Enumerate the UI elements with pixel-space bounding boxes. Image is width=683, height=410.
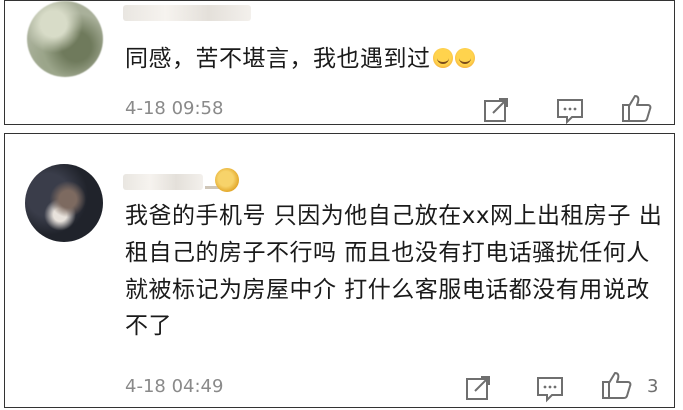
crying-face-emoji [432,48,453,68]
username-blurred[interactable] [123,5,251,21]
username-blurred[interactable] [123,174,203,190]
like-icon[interactable] [621,93,653,123]
crying-face-emoji [454,48,475,68]
timestamp: 4-18 04:49 [125,376,224,397]
comment-card: 我爸的手机号 只因为他自己放在xx网上出租房子 出租自己的房子不行吗 而且也没有… [4,133,675,408]
user-badge-icon [215,168,239,192]
comment-text: 同感，苦不堪言，我也遇到过 [125,41,475,78]
like-count: 3 [647,376,659,397]
comment-card: 同感，苦不堪言，我也遇到过 4-18 09:58 [4,0,675,125]
avatar[interactable] [27,1,103,77]
like-icon[interactable] [601,370,633,400]
avatar[interactable] [25,164,103,242]
timestamp: 4-18 09:58 [125,98,224,119]
comment-icon[interactable] [535,375,565,403]
share-icon[interactable] [465,375,493,401]
share-icon[interactable] [483,97,511,123]
comment-text: 我爸的手机号 只因为他自己放在xx网上出租房子 出租自己的房子不行吗 而且也没有… [125,203,663,340]
comment-body: 同感，苦不堪言，我也遇到过 [125,46,431,72]
comment-icon[interactable] [555,97,585,125]
